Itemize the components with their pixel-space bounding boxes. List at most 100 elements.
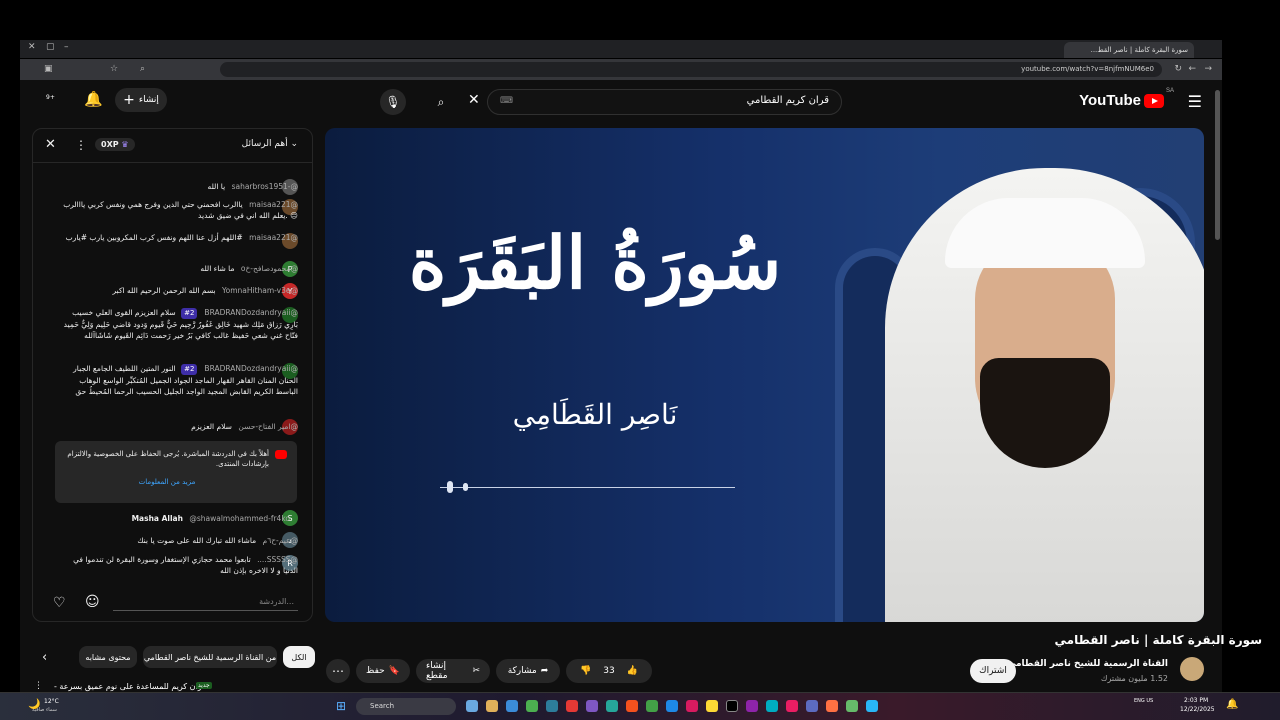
search-icon[interactable]: ⌕ [140,64,145,74]
clock-date[interactable]: 12/22/2025 [1180,706,1215,713]
app-icon[interactable] [566,700,578,712]
taskbar-search-label: Search [370,702,395,710]
keyboard-icon[interactable]: ⌨ [500,96,513,106]
app-icon[interactable] [686,700,698,712]
forward-icon[interactable]: → [1204,64,1212,74]
clock-time[interactable]: 2:03 PM [1184,697,1208,704]
chat-input[interactable]: الدردشة... [113,595,298,611]
create-label: إنشاء [138,95,159,105]
star-icon[interactable]: ☆ [110,64,118,74]
chip-all[interactable]: الكل [283,646,315,668]
surah-calligraphy: سُورَةُ البَقَرَة [408,220,782,305]
next-video-title[interactable]: قران كريم للمساعدة على نوم عميق بسرعة - [54,682,206,691]
chevron-down-icon: ⌄ [290,139,298,149]
share-button[interactable]: مشاركة ➦ [496,659,560,683]
like-icon[interactable]: 👍 [627,666,638,676]
voice-search-button[interactable]: 🎙 [380,89,406,115]
subscriber-count: 1.52 مليون مشترك [1100,674,1168,683]
windows-taskbar: 🌙 12°C سماء صافية ⊞ Search ENG US 2:03 P… [0,692,1280,720]
chrome-icon[interactable] [526,700,538,712]
app-icon[interactable] [646,700,658,712]
chat-message: @maisaa221 #اللهم أزل عنا اللهم ونفس كرب… [65,233,298,242]
microphone-icon: 🎙 [385,95,401,109]
reciter-calligraphy: نَاصِر القَطَامِي [512,398,678,431]
extension-icon[interactable]: ▣ [44,64,53,74]
store-icon[interactable] [546,700,558,712]
save-button[interactable]: حفظ 🔖 [356,659,410,683]
video-player[interactable]: سُورَةُ البَقَرَة نَاصِر القَطَامِي [325,128,1204,622]
app-icon[interactable] [766,700,778,712]
dislike-icon[interactable]: 👎 [580,666,591,676]
windows-start-icon[interactable]: ⊞ [336,699,346,713]
app-icon[interactable] [706,700,718,712]
chat-message: Masha Allah @shawalmohammed-fr4ko [131,514,290,523]
reciter-head-cover [945,198,1145,268]
create-button[interactable]: + إنشاء [115,88,167,112]
member-badge: #2 [181,364,198,375]
app-icon[interactable] [846,700,858,712]
app-icon[interactable] [586,700,598,712]
app-icon[interactable] [746,700,758,712]
notification-count: 9+ [46,94,55,101]
app-icon[interactable] [866,700,878,712]
like-count: 33 [603,666,615,676]
chat-message: @BRADRANDozdandryaii#2 سلام العزيزم القو… [63,308,298,340]
close-chat-icon[interactable]: ✕ [45,137,56,152]
menu-icon[interactable]: ☰ [1188,92,1202,111]
app-icon[interactable] [606,700,618,712]
audio-waveform-line [440,487,735,488]
app-icon[interactable] [806,700,818,712]
close-window-icon[interactable]: ✕ [28,42,36,52]
search-button[interactable]: ⌕ [428,89,454,115]
tiktok-icon[interactable] [726,700,738,712]
app-icon[interactable] [826,700,838,712]
verified-icon: ✓ [1032,660,1039,669]
tab-title: سورة البقرة كاملة | ناصر القط... [1090,46,1188,54]
youtube-logo[interactable]: YouTube SA [1079,88,1174,109]
chip-channel[interactable]: من القناة الرسمية للشيخ ناصر القطامي [143,646,277,668]
more-actions-button[interactable]: ⋯ [326,659,350,683]
like-dislike-group: 👎 33 👍 [566,659,652,683]
heart-icon[interactable]: ♡ [53,595,66,611]
app-icon[interactable] [626,700,638,712]
app-icon[interactable] [786,700,798,712]
minimize-icon[interactable]: – [64,42,69,52]
reload-icon[interactable]: ↻ [1174,64,1182,74]
clip-button[interactable]: إنشاء مقطع ✂ [416,659,490,683]
more-options-icon[interactable]: ⋮ [75,138,87,152]
channel-avatar[interactable] [1180,657,1204,681]
chevron-left-icon[interactable]: ‹ [42,650,47,665]
task-view-icon[interactable] [466,700,478,712]
language-indicator[interactable]: ENG US [1134,698,1154,705]
back-icon[interactable]: ← [1188,64,1196,74]
taskbar-search[interactable]: Search [356,698,456,715]
browser-tab[interactable]: سورة البقرة كاملة | ناصر القط... [1064,42,1194,58]
subscribe-button[interactable]: اشتراك [970,659,1016,683]
maximize-icon[interactable]: ▢ [46,42,55,52]
learn-more-link[interactable]: مزيد من المعلومات [65,477,269,487]
search-icon: ⌕ [437,94,445,109]
new-badge: جديد [196,682,212,689]
clear-search-icon[interactable]: ✕ [468,92,480,108]
chip-related[interactable]: محتوى مشابه [79,646,137,668]
address-bar[interactable]: youtube.com/watch?v=8njfmNUM6e0 [220,62,1162,77]
emoji-icon[interactable]: ☺ [85,594,100,610]
weather-temp: 12°C [44,698,59,705]
chat-mode-dropdown[interactable]: أهم الرسائل ⌄ [242,139,298,149]
region-code: SA [1165,88,1174,94]
points-badge[interactable]: 0XP ♛ [95,138,135,151]
chat-message: @maisaa221 ياالرب افحمني حتي الدين وفرج … [63,200,298,220]
edge-icon[interactable] [506,700,518,712]
notifications-icon[interactable]: 🔔 [84,90,103,108]
search-input[interactable]: قران كريم القطامي ⌨ [487,89,842,115]
points-label: 0XP [101,140,119,149]
url-text: youtube.com/watch?v=8njfmNUM6e0 [1021,65,1154,73]
page-scrollbar[interactable] [1215,90,1220,240]
clip-label: إنشاء مقطع [426,661,448,681]
more-options-icon[interactable]: ⋮ [34,681,43,691]
file-explorer-icon[interactable] [486,700,498,712]
notification-center-icon[interactable]: 🔔 [1226,699,1238,710]
search-value: قران كريم القطامي [746,95,829,106]
share-label: مشاركة [507,666,537,676]
app-icon[interactable] [666,700,678,712]
